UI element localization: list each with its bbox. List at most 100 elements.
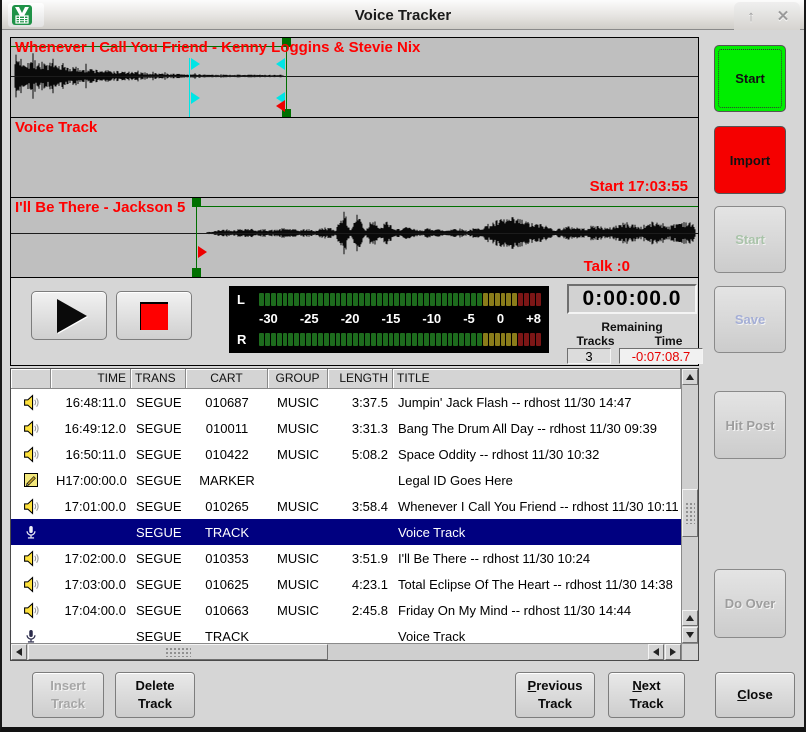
vu-segment xyxy=(418,293,423,306)
log-row[interactable]: 16:49:12.0SEGUE010011MUSIC3:31.3Bang The… xyxy=(11,415,681,441)
log-row[interactable]: 17:01:00.0SEGUE010265MUSIC3:58.4Whenever… xyxy=(11,493,681,519)
window-title: Voice Tracker xyxy=(2,0,804,30)
track2-fade-line xyxy=(196,206,698,207)
scroll-up-button[interactable] xyxy=(682,369,698,385)
log-row[interactable]: 16:48:11.0SEGUE010687MUSIC3:37.5Jumpin' … xyxy=(11,389,681,415)
log-row[interactable]: 16:50:11.0SEGUE010422MUSIC5:08.2Space Od… xyxy=(11,441,681,467)
vu-segment xyxy=(389,333,394,346)
log-row[interactable]: SEGUETRACKVoice Track xyxy=(11,623,681,643)
speaker-icon xyxy=(23,498,40,515)
vu-segment xyxy=(501,333,506,346)
cell-group: MUSIC xyxy=(268,551,328,566)
scroll-right-button[interactable] xyxy=(665,644,681,660)
log-row-selected[interactable]: SEGUETRACKVoice Track xyxy=(11,519,681,545)
column-header-GROUP[interactable]: GROUP xyxy=(268,369,328,388)
track2-waveform-panel[interactable]: I'll Be There - Jackson 5 Talk :0 xyxy=(11,198,698,278)
vu-segment xyxy=(288,333,293,346)
log-row[interactable]: H17:00:00.0SEGUEMARKERLegal ID Goes Here xyxy=(11,467,681,493)
track2-start-marker-line[interactable] xyxy=(196,198,197,277)
vu-segment xyxy=(300,333,305,346)
vu-segment xyxy=(518,333,523,346)
vu-segment xyxy=(471,333,476,346)
horizontal-scrollbar-thumb[interactable] xyxy=(28,644,328,660)
vu-segment xyxy=(377,333,382,346)
close-window-icon[interactable] xyxy=(774,7,792,25)
voice-track-title: Voice Track xyxy=(15,119,97,136)
save-button[interactable]: Save xyxy=(714,286,786,353)
play-button[interactable] xyxy=(31,291,107,340)
voice-track-panel[interactable]: Voice Track Start 17:03:55 xyxy=(11,118,698,198)
vu-segment xyxy=(524,293,529,306)
vu-segment xyxy=(353,293,358,306)
cell-cart: 010265 xyxy=(186,499,268,514)
talk-marker-icon[interactable] xyxy=(191,58,200,70)
vu-segment xyxy=(506,293,511,306)
wave-editor: Whenever I Call You Friend - Kenny Loggi… xyxy=(10,37,699,366)
speaker-icon xyxy=(23,550,40,567)
vu-segment xyxy=(336,293,341,306)
log-row[interactable]: 17:02:00.0SEGUE010353MUSIC3:51.9I'll Be … xyxy=(11,545,681,571)
do-over-button[interactable]: Do Over xyxy=(714,569,786,638)
close-button[interactable]: Close xyxy=(715,672,795,718)
vu-tick-label: +8 xyxy=(526,311,541,326)
cell-length: 5:08.2 xyxy=(328,447,393,462)
import-button[interactable]: Import xyxy=(714,126,786,194)
segue-start-marker-icon[interactable] xyxy=(198,246,207,258)
horizontal-scrollbar[interactable] xyxy=(11,643,681,660)
vu-tick-label: 0 xyxy=(497,311,504,326)
vu-segment xyxy=(501,293,506,306)
column-header-TITLE[interactable]: TITLE xyxy=(393,369,681,388)
shade-window-icon[interactable] xyxy=(742,7,760,25)
scroll-left-button[interactable] xyxy=(11,644,27,660)
scroll-down-button[interactable] xyxy=(682,627,698,643)
vu-segment xyxy=(365,293,370,306)
stop-button[interactable] xyxy=(116,291,192,340)
column-header-CART[interactable]: CART xyxy=(186,369,268,388)
cell-group: MUSIC xyxy=(268,499,328,514)
scroll-left-button-2[interactable] xyxy=(648,644,664,660)
vu-segment xyxy=(383,333,388,346)
previous-track-button[interactable]: Previous Track xyxy=(515,672,595,718)
start-handle-icon[interactable] xyxy=(192,198,201,207)
elapsed-time-display: 0:00:00.0 xyxy=(567,284,697,314)
vertical-scrollbar[interactable] xyxy=(681,369,698,643)
talk-end-marker-icon[interactable] xyxy=(276,58,285,70)
delete-track-button[interactable]: Delete Track xyxy=(115,672,195,718)
voice-track-start-time: Start 17:03:55 xyxy=(590,178,688,195)
track2-title: I'll Be There - Jackson 5 xyxy=(15,199,185,216)
column-header-icon[interactable] xyxy=(11,369,51,388)
scroll-up-button-2[interactable] xyxy=(682,610,698,626)
cell-time: 17:04:00.0 xyxy=(51,603,131,618)
insert-track-button[interactable]: Insert Track xyxy=(32,672,104,718)
log-row[interactable]: 17:03:00.0SEGUE010625MUSIC4:23.1Total Ec… xyxy=(11,571,681,597)
vertical-scrollbar-thumb[interactable] xyxy=(682,489,698,537)
log-row[interactable]: 17:04:00.0SEGUE010663MUSIC2:45.8Friday O… xyxy=(11,597,681,623)
cell-time: 16:50:11.0 xyxy=(51,447,131,462)
cell-cart: 010663 xyxy=(186,603,268,618)
column-header-LENGTH[interactable]: LENGTH xyxy=(328,369,393,388)
column-header-TIME[interactable]: TIME xyxy=(51,369,131,388)
talk-marker-icon[interactable] xyxy=(191,92,200,104)
cell-title: Legal ID Goes Here xyxy=(393,473,681,488)
column-header-TRANS[interactable]: TRANS xyxy=(131,369,186,388)
vu-segment xyxy=(277,293,282,306)
hit-post-button[interactable]: Hit Post xyxy=(714,391,786,459)
start-handle-icon[interactable] xyxy=(192,268,201,277)
start-playback-button[interactable]: Start xyxy=(714,206,786,273)
track1-waveform-panel[interactable]: Whenever I Call You Friend - Kenny Loggi… xyxy=(11,38,698,118)
cell-title: Voice Track xyxy=(393,629,681,644)
remaining-time-value: -0:07:08.7 xyxy=(619,348,703,364)
cell-title: Whenever I Call You Friend -- rdhost 11/… xyxy=(393,499,681,514)
vu-segment xyxy=(347,333,352,346)
mic-icon xyxy=(24,629,38,644)
cell-length: 3:51.9 xyxy=(328,551,393,566)
start-record-button[interactable]: Start xyxy=(714,45,786,112)
remaining-label: Remaining xyxy=(567,320,697,334)
next-track-button[interactable]: Next Track xyxy=(608,672,685,718)
log-table-header[interactable]: TIMETRANSCARTGROUPLENGTHTITLE xyxy=(11,369,681,389)
vu-segment xyxy=(483,333,488,346)
track1-talk-marker-line[interactable] xyxy=(189,58,190,118)
vu-segment xyxy=(459,293,464,306)
cell-title: Jumpin' Jack Flash -- rdhost 11/30 14:47 xyxy=(393,395,681,410)
segue-end-marker-icon[interactable] xyxy=(276,100,285,112)
